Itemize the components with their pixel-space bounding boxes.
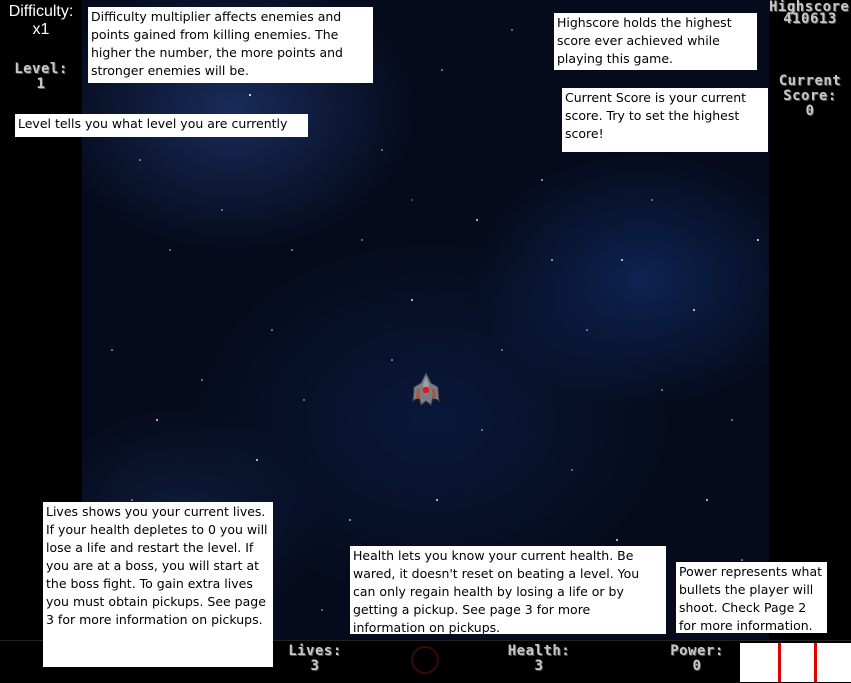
power-label: Power: bbox=[670, 643, 724, 659]
health-label: Health: bbox=[507, 643, 571, 659]
current-score-value: 0 bbox=[805, 103, 815, 119]
level-note: Level tells you what level you are curre… bbox=[15, 114, 308, 149]
power-value: 0 bbox=[692, 658, 702, 674]
current-score-note: Current Score is your current score. Try… bbox=[562, 88, 768, 152]
health-value: 3 bbox=[534, 658, 544, 674]
lives-value: 3 bbox=[310, 658, 320, 674]
difficulty-value: x1 bbox=[32, 21, 50, 38]
current-score-label-2: Score: bbox=[783, 88, 837, 104]
power-ring-icon bbox=[411, 646, 439, 674]
current-score-label: Current bbox=[778, 73, 842, 89]
power-meter-marker-1 bbox=[778, 643, 781, 682]
level-value: 1 bbox=[36, 76, 46, 92]
lives-note: Lives shows you your current lives. If y… bbox=[43, 502, 273, 667]
highscore-note: Highscore holds the highest score ever a… bbox=[554, 13, 757, 70]
lives-label: Lives: bbox=[288, 643, 342, 659]
player-ship-icon bbox=[412, 371, 440, 406]
level-label: Level: bbox=[14, 61, 68, 77]
power-meter-marker-2 bbox=[814, 643, 817, 682]
difficulty-label: Difficulty: bbox=[8, 3, 74, 20]
highscore-value: 410613 bbox=[783, 11, 837, 27]
health-note: Health lets you know your current health… bbox=[350, 546, 666, 635]
power-meter bbox=[740, 643, 851, 682]
power-note: Power represents what bullets the player… bbox=[676, 562, 827, 633]
difficulty-note: Difficulty multiplier affects enemies an… bbox=[88, 7, 373, 83]
